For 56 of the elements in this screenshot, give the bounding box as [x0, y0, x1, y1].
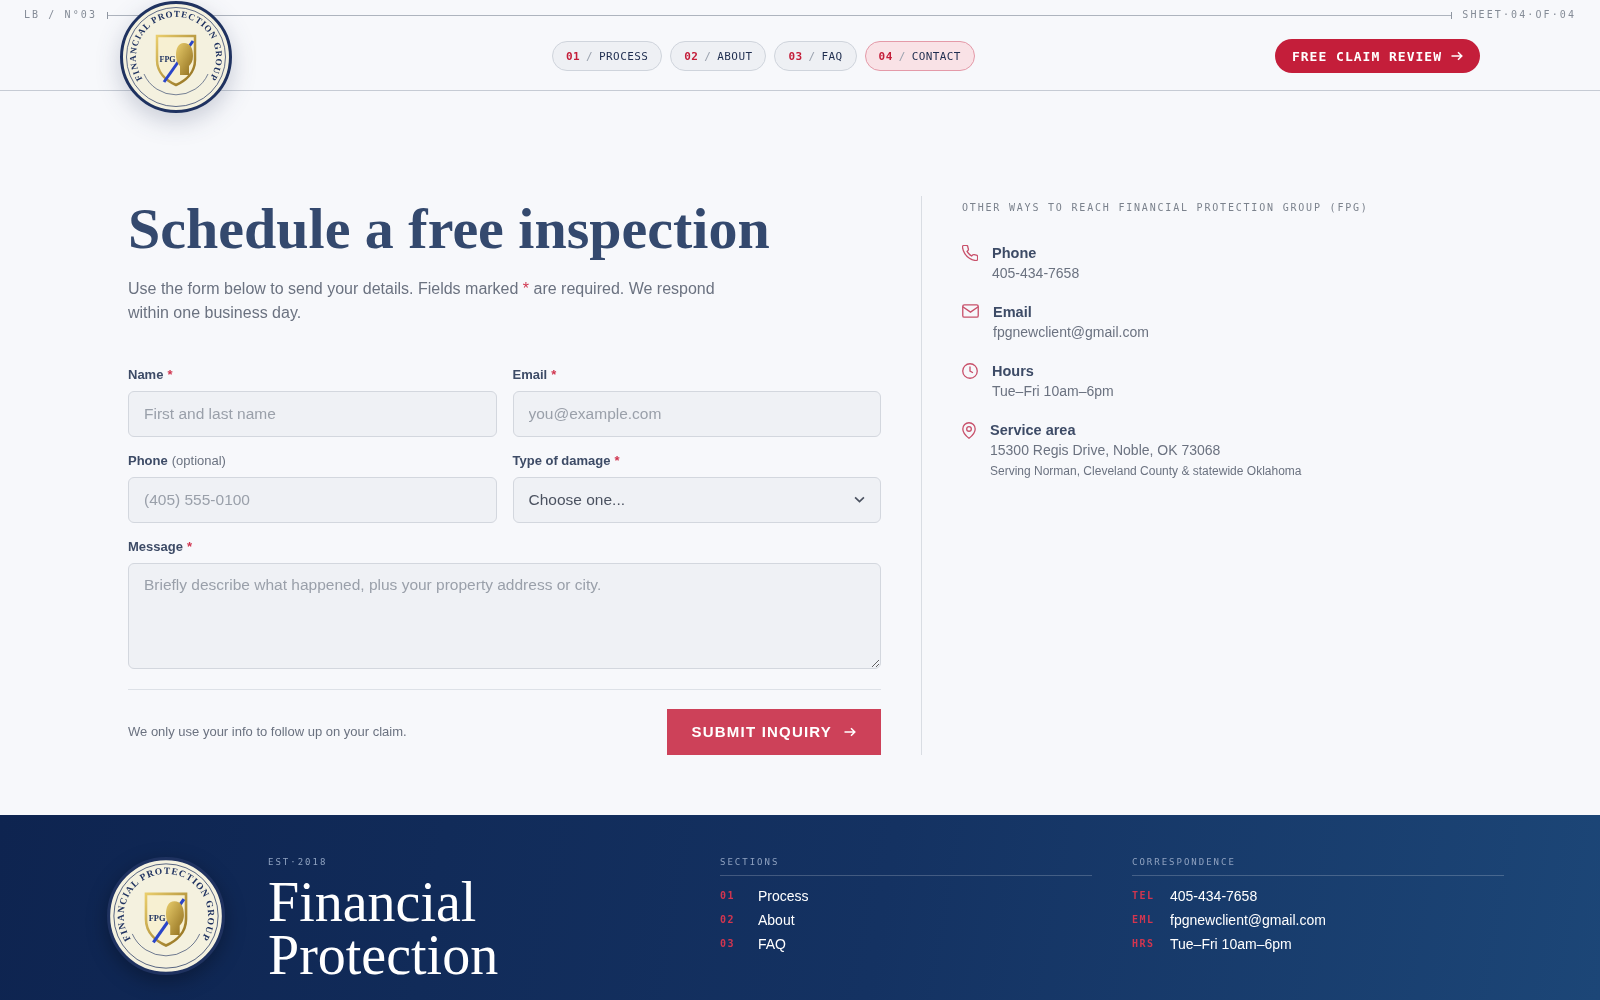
contact-method-value: Tue–Fri 10am–6pm — [992, 382, 1114, 401]
text-input[interactable]: First and last name — [128, 390, 497, 437]
text-input[interactable]: you@example.com — [512, 390, 881, 437]
envelope-icon — [962, 304, 979, 318]
page-title: Schedule a free inspection — [128, 196, 771, 263]
contact-value: fpgnewclient@gmail.com — [1170, 911, 1326, 928]
message-textarea[interactable]: Briefly describe what happened, plus your property address or city. — [128, 562, 881, 669]
contact-method-value: 405-434-7658 — [992, 264, 1080, 283]
section-number: 03 — [720, 938, 737, 950]
contact-method-value: 15300 Regis Drive, Noble, OK 73068 — [990, 441, 1221, 460]
clock-icon — [962, 363, 978, 379]
footer-brand-name: Financial Protection — [268, 875, 499, 983]
nav-tab[interactable]: 03 / FAQ — [774, 41, 857, 71]
contact-tag: EML — [1132, 914, 1170, 926]
text-input[interactable]: (405) 555-0100 — [128, 476, 497, 523]
established-label: EST·2018 — [268, 856, 328, 868]
nav-tab[interactable]: 01 / PROCESS — [552, 41, 663, 71]
free-claim-review-button[interactable]: FREE CLAIM REVIEW — [1274, 39, 1480, 73]
phone-icon — [962, 245, 978, 261]
nav-tab[interactable]: 04 / CONTACT — [864, 41, 975, 71]
arrow-right-icon — [844, 726, 856, 737]
contact-tag: HRS — [1132, 938, 1170, 950]
logo-monogram: FPG — [148, 912, 166, 923]
chevron-down-icon — [854, 496, 865, 504]
contact-heading: OTHER WAYS TO REACH FINANCIAL PROTECTION GROUP (FPG) — [962, 202, 1369, 214]
footer-column-heading: CORRESPONDENCE — [1132, 856, 1504, 876]
logo-monogram: FPG — [159, 55, 176, 64]
footer-column-heading: SECTIONS — [720, 856, 1092, 876]
document-code: LB / N°03 — [24, 9, 98, 21]
contact-method-title: Email — [993, 303, 1032, 322]
nav-tab[interactable]: 02 / ABOUT — [670, 41, 767, 71]
section-number: 01 — [720, 890, 737, 902]
contact-method-note: Serving Norman, Cleveland County & statewide Oklahoma — [990, 463, 1302, 480]
contact-method-title: Phone — [992, 244, 1037, 263]
contact-method-value: fpgnewclient@gmail.com — [993, 323, 1149, 342]
contact-value: Tue–Fri 10am–6pm — [1170, 935, 1292, 952]
privacy-note: We only use your info to follow up on your claim. — [128, 724, 407, 740]
field-label: Phone (optional) — [128, 452, 226, 469]
intro-text: Use the form below to send your details. Fields marked * are required. We respond within one business day. — [128, 278, 716, 323]
contact-method-title: Service area — [990, 421, 1076, 440]
field-label: Name * — [128, 366, 173, 383]
select-field[interactable]: Choose one... — [512, 476, 881, 523]
field-label: Message * — [128, 538, 192, 555]
section-number: 02 — [720, 914, 737, 926]
footer-link[interactable]: FAQ — [758, 935, 786, 952]
arrow-right-icon — [1451, 51, 1463, 61]
map-pin-icon — [962, 422, 976, 439]
sheet-label: SHEET·04·OF·04 — [1462, 9, 1576, 21]
submit-inquiry-button[interactable]: SUBMIT INQUIRY — [666, 708, 881, 755]
footer-link[interactable]: About — [758, 911, 795, 928]
field-label: Email * — [512, 366, 557, 383]
field-label: Type of damage * — [512, 452, 620, 469]
footer-link[interactable]: Process — [758, 887, 809, 904]
contact-tag: TEL — [1132, 890, 1170, 902]
contact-value: 405-434-7658 — [1170, 887, 1258, 904]
contact-method-title: Hours — [992, 362, 1034, 381]
